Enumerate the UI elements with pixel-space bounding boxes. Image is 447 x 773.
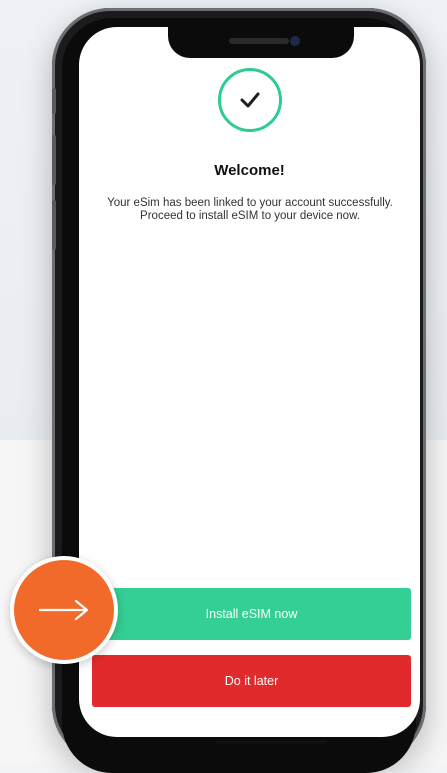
success-message: Your eSim has been linked to your accoun…: [107, 197, 393, 222]
welcome-title: Welcome!: [214, 162, 285, 179]
volume-up-button: [52, 135, 56, 185]
speaker-grille: [229, 38, 289, 44]
arrow-right-icon: [38, 599, 89, 621]
do-it-later-button[interactable]: Do it later: [92, 655, 411, 707]
check-circle-icon: [218, 68, 282, 132]
mute-switch: [52, 88, 56, 114]
install-esim-button[interactable]: Install eSIM now: [92, 588, 411, 640]
checkmark-icon: [240, 92, 260, 108]
next-arrow-button[interactable]: [10, 556, 118, 664]
front-camera: [290, 36, 300, 46]
home-indicator: [216, 740, 326, 744]
volume-down-button: [52, 200, 56, 250]
